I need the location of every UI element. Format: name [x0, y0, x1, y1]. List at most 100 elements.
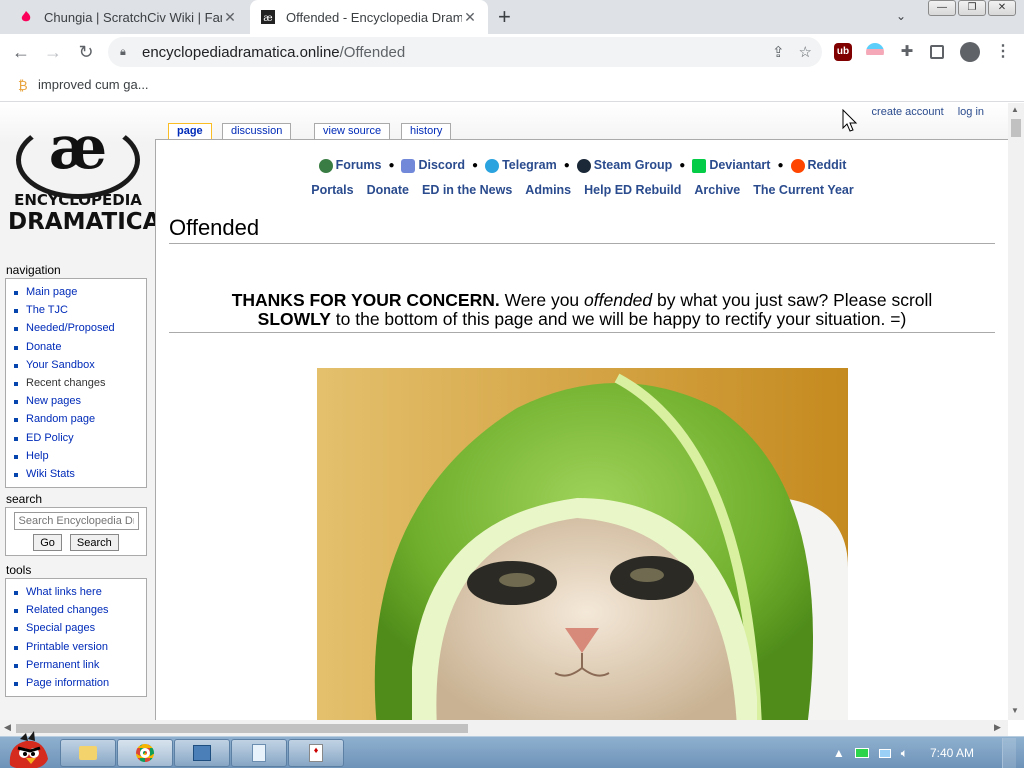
taskbar-notepad[interactable]: [231, 739, 287, 767]
reload-icon[interactable]: ↻: [75, 41, 97, 63]
tools-heading: tools: [6, 563, 32, 577]
bookmark-star-icon[interactable]: ☆: [799, 43, 812, 61]
tab-encyclopedia-dramatica[interactable]: æ Offended - Encyclopedia Dramatica ✕: [250, 0, 488, 34]
discord-link[interactable]: Discord: [401, 158, 465, 173]
site-logo[interactable]: æ ENCYCLOPEDIA DRAMATICA: [8, 115, 161, 250]
svg-text:æ: æ: [263, 13, 272, 24]
help-ed-rebuild-link[interactable]: Help ED Rebuild: [584, 183, 681, 197]
forward-arrow-icon[interactable]: →: [42, 41, 64, 63]
archive-link[interactable]: Archive: [694, 183, 740, 197]
address-bar[interactable]: 🔒︎ encyclopediadramatica.online/Offended…: [108, 37, 822, 67]
ublock-icon[interactable]: ub: [834, 43, 852, 61]
main-content: Forums ● Discord ● Telegram ● Steam Grou…: [155, 139, 1008, 720]
tool-related-changes[interactable]: Related changes: [6, 601, 146, 619]
reddit-link[interactable]: Reddit: [790, 158, 846, 173]
forums-link[interactable]: Forums: [318, 158, 381, 173]
nav-needed-proposed[interactable]: Needed/Proposed: [6, 319, 146, 337]
scrollbar-thumb[interactable]: [1011, 119, 1021, 137]
extension-flag-icon[interactable]: [866, 43, 884, 61]
reddit-icon: [790, 158, 805, 173]
ed-in-the-news-link[interactable]: ED in the News: [422, 183, 512, 197]
menu-kebab-icon[interactable]: ⋮: [994, 43, 1012, 61]
nav-the-tjc[interactable]: The TJC: [6, 301, 146, 319]
clock[interactable]: 7:40 AM: [930, 746, 974, 760]
page-title: Offended: [169, 215, 995, 244]
show-hidden-icons-icon[interactable]: ▲: [833, 746, 845, 760]
nav-recent-changes[interactable]: Recent changes: [6, 374, 146, 392]
close-tab-icon[interactable]: ✕: [462, 9, 478, 26]
share-icon[interactable]: ⇪: [772, 43, 785, 61]
taskbar-app[interactable]: [174, 739, 230, 767]
vertical-scrollbar[interactable]: ▲ ▼: [1008, 103, 1024, 720]
nav-new-pages[interactable]: New pages: [6, 392, 146, 410]
log-in-link[interactable]: log in: [958, 106, 984, 118]
bookmarks-bar: ₿ improved cum ga...: [0, 70, 1024, 102]
tool-permanent-link[interactable]: Permanent link: [6, 656, 146, 674]
taskbar-explorer[interactable]: [60, 739, 116, 767]
start-button[interactable]: [4, 731, 52, 768]
scroll-up-icon[interactable]: ▲: [1011, 105, 1019, 114]
forums-icon: [318, 158, 333, 173]
tab-history[interactable]: history: [401, 123, 452, 140]
mouse-cursor-icon: [842, 108, 858, 136]
ed-favicon-icon: æ: [260, 9, 276, 25]
bookmark-item[interactable]: ₿ improved cum ga...: [18, 77, 149, 93]
scrollbar-thumb[interactable]: [16, 724, 468, 733]
minimize-button[interactable]: —: [928, 0, 956, 16]
nav-wiki-stats[interactable]: Wiki Stats: [6, 465, 146, 483]
scroll-right-icon[interactable]: ▶: [994, 722, 1001, 733]
steam-icon: [576, 158, 591, 173]
tab-discussion[interactable]: discussion: [222, 123, 292, 140]
bullet-separator: ●: [563, 159, 570, 171]
close-tab-icon[interactable]: ✕: [222, 9, 238, 26]
bullet-separator: ●: [388, 159, 395, 171]
portals-link[interactable]: Portals: [311, 183, 353, 197]
bullet-separator: ●: [472, 159, 479, 171]
cat-in-melon-helmet-image[interactable]: [317, 368, 848, 720]
nav-ed-policy[interactable]: ED Policy: [6, 429, 146, 447]
deviantart-icon: [692, 158, 707, 173]
create-account-link[interactable]: create account: [872, 106, 944, 118]
deviantart-link[interactable]: Deviantart: [692, 158, 770, 173]
chevron-down-icon[interactable]: ⌄: [896, 9, 906, 23]
search-input[interactable]: [13, 512, 139, 530]
taskbar-chrome[interactable]: [117, 739, 173, 767]
tool-page-information[interactable]: Page information: [6, 674, 146, 692]
nav-help[interactable]: Help: [6, 447, 146, 465]
nav-your-sandbox[interactable]: Your Sandbox: [6, 356, 146, 374]
admins-link[interactable]: Admins: [525, 183, 571, 197]
tool-special-pages[interactable]: Special pages: [6, 619, 146, 637]
close-window-button[interactable]: ✕: [988, 0, 1016, 16]
back-arrow-icon[interactable]: ←: [10, 41, 32, 63]
go-button[interactable]: Go: [33, 534, 62, 551]
logo-line2: DRAMATICA: [8, 209, 161, 235]
cards-icon: ♦: [309, 744, 323, 762]
profile-avatar-icon[interactable]: [960, 42, 980, 62]
volume-icon[interactable]: 🔈︎: [901, 746, 908, 761]
battery-icon[interactable]: [878, 748, 891, 758]
scroll-down-icon[interactable]: ▼: [1011, 706, 1019, 715]
tab-view-source[interactable]: view source: [314, 123, 391, 140]
horizontal-scrollbar[interactable]: ◀ ▶: [0, 720, 1008, 736]
network-icon[interactable]: [854, 748, 869, 758]
tool-what-links-here[interactable]: What links here: [6, 583, 146, 601]
discord-icon: [401, 158, 416, 173]
restore-button[interactable]: ❐: [958, 0, 986, 16]
steam-group-link[interactable]: Steam Group: [576, 158, 672, 173]
search-portlet: search Go Search: [5, 492, 147, 556]
nav-donate[interactable]: Donate: [6, 338, 146, 356]
tool-printable-version[interactable]: Printable version: [6, 638, 146, 656]
nav-main-page[interactable]: Main page: [6, 283, 146, 301]
taskbar-cards[interactable]: ♦: [288, 739, 344, 767]
show-desktop-button[interactable]: [1002, 738, 1016, 768]
nav-random-page[interactable]: Random page: [6, 410, 146, 428]
new-tab-icon[interactable]: +: [498, 6, 511, 28]
telegram-link[interactable]: Telegram: [485, 158, 557, 173]
search-button[interactable]: Search: [69, 534, 119, 551]
bookmark-label: improved cum ga...: [38, 77, 149, 92]
donate-link[interactable]: Donate: [367, 183, 409, 197]
tab-fandom[interactable]: Chungia | ScratchCiv Wiki | Fandom ✕: [8, 0, 248, 34]
puzzle-extensions-icon[interactable]: ✚: [898, 43, 916, 61]
side-panel-icon[interactable]: [930, 45, 944, 59]
the-current-year-link[interactable]: The Current Year: [753, 183, 854, 197]
